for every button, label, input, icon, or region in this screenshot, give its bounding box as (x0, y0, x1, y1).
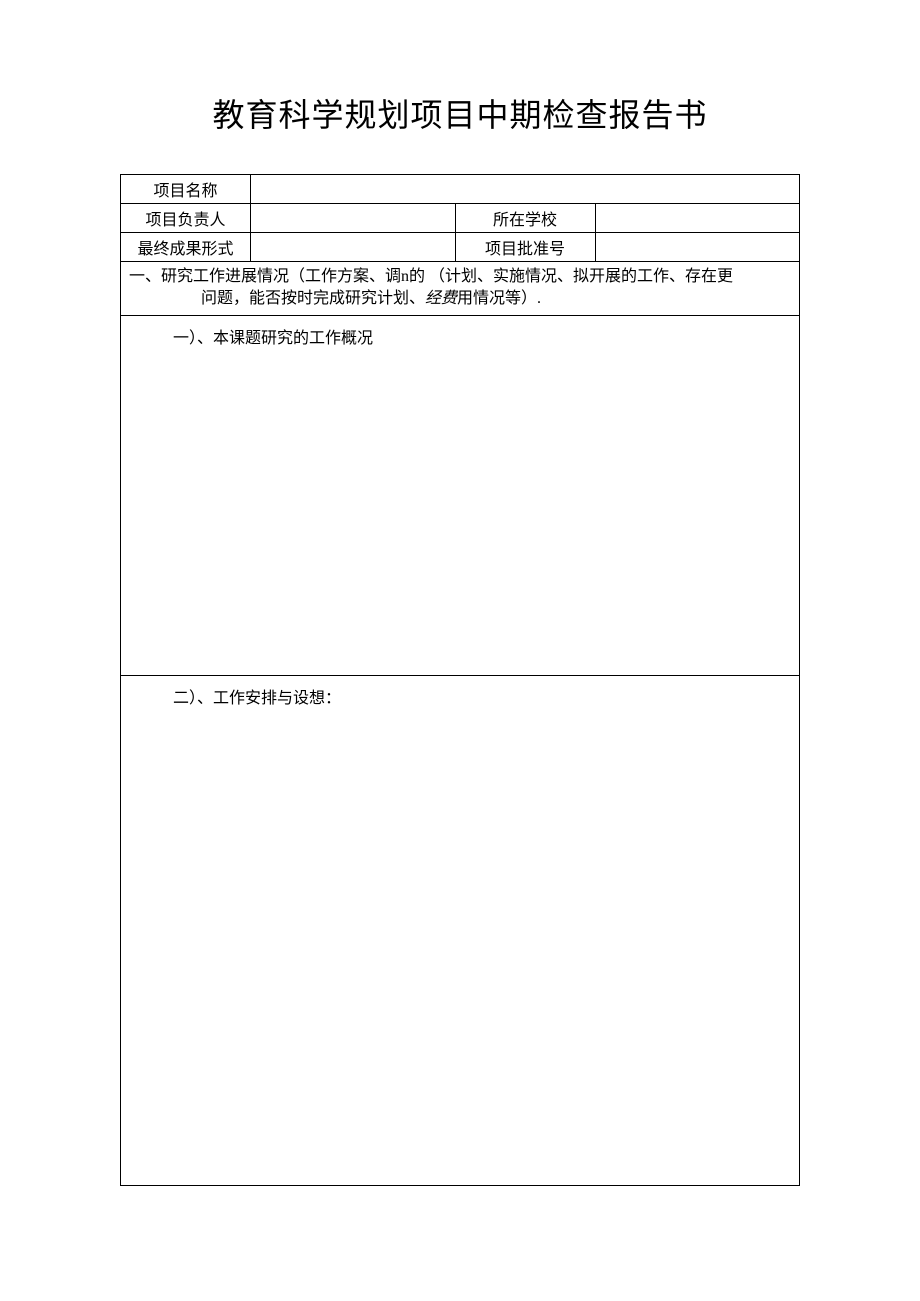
section1-header-part1: 一、研究工作进展情况（工作方案、调n的 (129, 268, 425, 285)
section1-header-line2-prefix: 问题，能否按时完成研究计划、 (201, 290, 425, 307)
approval-no-label: 项目批准号 (455, 233, 595, 262)
row-result-form: 最终成果形式 项目批准号 (121, 233, 800, 262)
project-name-value (251, 175, 800, 204)
section1-sub1-cell: 一）、本课题研究的工作概况 (121, 315, 800, 675)
row-section1-sub2: 二）、工作安排与设想： (121, 675, 800, 1185)
section1-header-line2-suffix: 用情况等）. (457, 290, 541, 307)
section1-header-line2-italic: 经费 (425, 290, 457, 307)
row-project-leader: 项目负责人 所在学校 (121, 204, 800, 233)
school-value (595, 204, 800, 233)
section1-sub2-cell: 二）、工作安排与设想： (121, 675, 800, 1185)
project-leader-label: 项目负责人 (121, 204, 251, 233)
approval-no-value (595, 233, 800, 262)
form-table: 项目名称 项目负责人 所在学校 最终成果形式 项目批准号 一、研究工作进展情况（… (120, 174, 800, 1186)
section1-header: 一、研究工作进展情况（工作方案、调n的 （计划、实施情况、拟开展的工作、存在更 … (121, 262, 800, 316)
school-label: 所在学校 (455, 204, 595, 233)
section1-sub1-label: 一）、本课题研究的工作概况 (133, 324, 787, 348)
result-form-value (251, 233, 456, 262)
row-section1-sub1: 一）、本课题研究的工作概况 (121, 315, 800, 675)
row-section1-header: 一、研究工作进展情况（工作方案、调n的 （计划、实施情况、拟开展的工作、存在更 … (121, 262, 800, 316)
row-project-name: 项目名称 (121, 175, 800, 204)
project-leader-value (251, 204, 456, 233)
document-title: 教育科学规划项目中期检查报告书 (120, 90, 800, 136)
project-name-label: 项目名称 (121, 175, 251, 204)
result-form-label: 最终成果形式 (121, 233, 251, 262)
section1-sub2-label: 二）、工作安排与设想： (133, 684, 787, 708)
section1-header-part2: （计划、实施情况、拟开展的工作、存在更 (429, 268, 733, 285)
